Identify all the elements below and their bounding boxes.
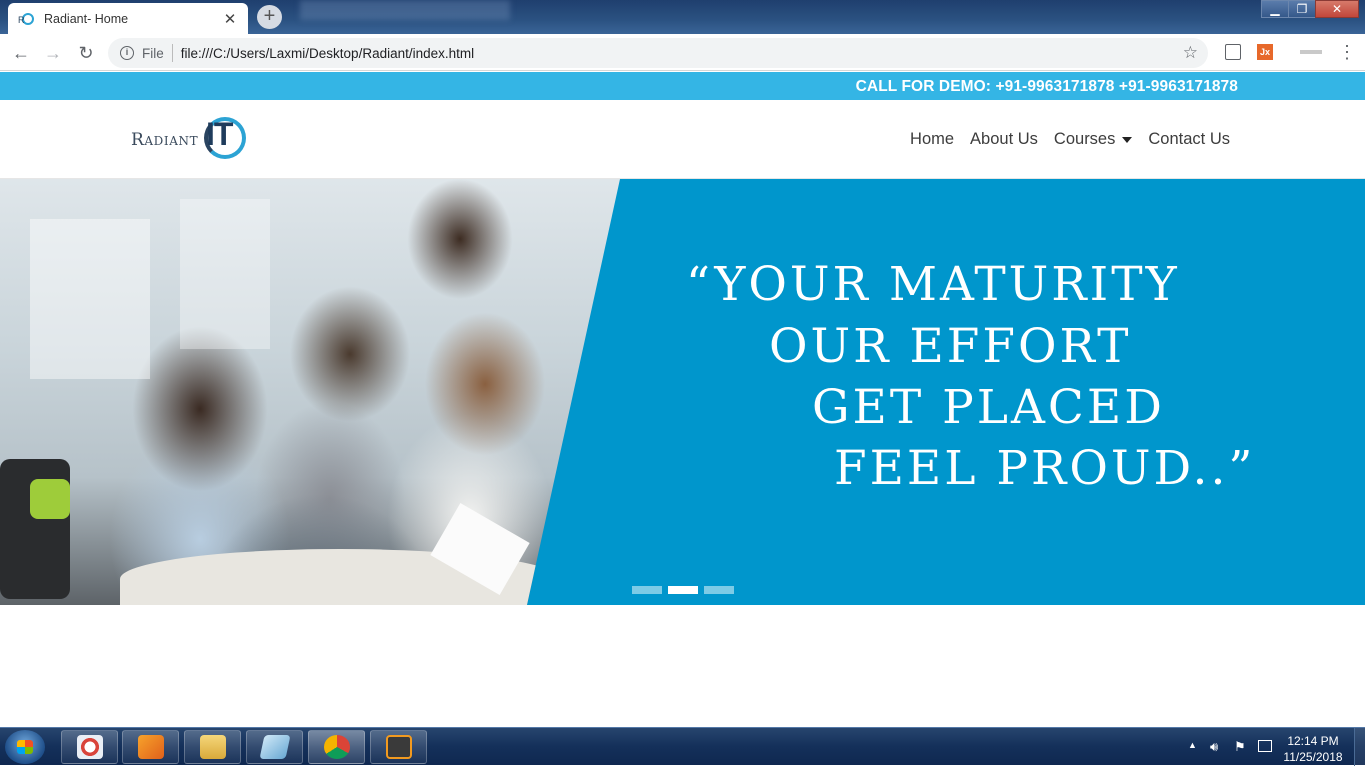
notepad-icon [258, 735, 291, 759]
document-extension-icon[interactable] [1225, 44, 1241, 60]
demo-phone-text: CALL FOR DEMO: +91-9963171878 +91-996317… [855, 78, 1238, 95]
info-icon[interactable]: i [120, 46, 134, 60]
snipping-tool-icon [76, 735, 103, 759]
quote-line-3: GET PLACED [812, 380, 1165, 435]
sublime-text-icon [385, 735, 412, 759]
start-button[interactable] [5, 730, 45, 764]
nav-about-us[interactable]: About Us [970, 130, 1038, 149]
nav-courses-label: Courses [1053, 130, 1116, 148]
logo-mark: IT [206, 116, 233, 152]
main-nav: Home About Us Courses Contact Us [910, 130, 1230, 149]
browser-toolbar: ← → ↻ i File file:///C:/Users/Laxmi/Desk… [0, 34, 1365, 71]
logo-wordmark: Radiant [131, 130, 199, 150]
quote-line-1: “YOUR MATURITY [686, 257, 1180, 312]
carousel-dot-1[interactable] [632, 586, 662, 594]
hero-carousel: “YOUR MATURITY OUR EFFORT GET PLACED FEE… [0, 179, 1365, 605]
caret-down-icon [1122, 136, 1133, 143]
back-button[interactable]: ← [8, 40, 34, 66]
carousel-indicators [632, 586, 734, 594]
browser-menu-icon[interactable]: ⋮ [1338, 42, 1356, 62]
browser-titlebar: R Radiant- Home ✕ + ▁ ❐ ✕ [0, 0, 1365, 34]
action-center-flag-icon[interactable]: ⚑ [1234, 739, 1246, 755]
scheme-label: File [142, 45, 164, 61]
taskbar-media-player[interactable] [122, 730, 179, 764]
address-bar[interactable]: i File file:///C:/Users/Laxmi/Desktop/Ra… [108, 38, 1208, 68]
taskbar-sublime-text[interactable] [370, 730, 427, 764]
minimize-button[interactable]: ▁ [1261, 0, 1289, 18]
quote-line-4: FEEL PROUD..” [834, 441, 1256, 496]
network-icon[interactable] [1258, 740, 1272, 752]
new-tab-button[interactable]: + [257, 5, 282, 29]
taskbar-snipping-tool[interactable] [61, 730, 118, 764]
restore-button[interactable]: ❐ [1288, 0, 1316, 18]
nav-home[interactable]: Home [910, 130, 954, 149]
extension-placeholder-icon[interactable] [1300, 50, 1322, 54]
taskbar-file-explorer[interactable] [184, 730, 241, 764]
hero-quote: “YOUR MATURITY OUR EFFORT GET PLACED FEE… [0, 179, 1365, 605]
volume-icon[interactable]: 🔊︎ [1210, 739, 1218, 755]
taskbar-notepad[interactable] [246, 730, 303, 764]
quote-line-2: OUR EFFORT [769, 319, 1132, 374]
site-header: Radiant IT Home About Us Courses Contact… [0, 102, 1365, 179]
url-text[interactable]: file:///C:/Users/Laxmi/Desktop/Radiant/i… [181, 46, 474, 61]
tab-close-icon[interactable]: ✕ [222, 10, 238, 28]
show-desktop-button[interactable] [1354, 728, 1365, 766]
forward-button[interactable]: → [40, 40, 66, 66]
carousel-dot-3[interactable] [704, 586, 734, 594]
svg-text:R: R [18, 15, 25, 25]
radiant-it-logo[interactable]: Radiant IT [130, 114, 260, 164]
address-divider [171, 44, 173, 62]
site-favicon-icon: R [18, 12, 34, 26]
windows-logo-icon [17, 740, 33, 754]
browser-tab[interactable]: R Radiant- Home ✕ [8, 3, 248, 34]
blurred-background-tabs [300, 0, 510, 20]
windows-taskbar: ▲ 🔊︎ ⚑ 12:14 PM 11/25/2018 [0, 727, 1365, 766]
media-player-icon [137, 735, 164, 759]
web-page: CALL FOR DEMO: +91-9963171878 +91-996317… [0, 72, 1365, 727]
window-controls: ▁ ❐ ✕ [1261, 0, 1359, 18]
system-clock[interactable]: 12:14 PM 11/25/2018 [1281, 733, 1345, 765]
chrome-icon [323, 735, 350, 759]
nav-contact-us[interactable]: Contact Us [1148, 130, 1230, 149]
jx-extension-icon[interactable]: Jx [1257, 44, 1273, 60]
clock-date: 11/25/2018 [1283, 750, 1343, 764]
nav-courses[interactable]: Courses [1053, 130, 1133, 149]
window-close-button[interactable]: ✕ [1315, 0, 1359, 18]
reload-button[interactable]: ↻ [73, 40, 99, 66]
bookmark-star-icon[interactable]: ☆ [1183, 43, 1198, 63]
taskbar-chrome[interactable] [308, 730, 365, 764]
clock-time: 12:14 PM [1287, 734, 1339, 748]
tab-title: Radiant- Home [44, 11, 129, 26]
tray-expand-icon[interactable]: ▲ [1188, 740, 1197, 750]
carousel-dot-2[interactable] [668, 586, 698, 594]
folder-icon [199, 735, 226, 759]
demo-call-bar: CALL FOR DEMO: +91-9963171878 +91-996317… [0, 72, 1365, 100]
